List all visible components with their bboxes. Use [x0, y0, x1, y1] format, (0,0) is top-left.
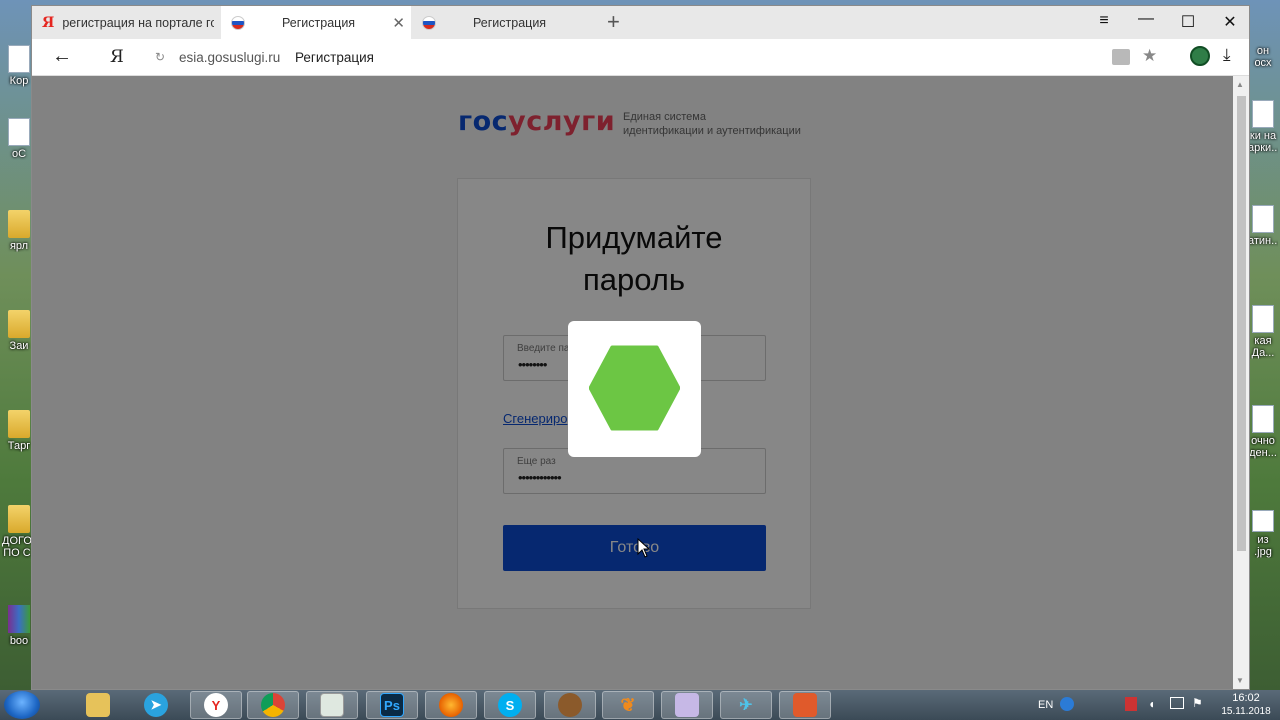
- page-scrollbar[interactable]: ▲ ▼: [1233, 76, 1249, 689]
- explorer-icon: [86, 693, 110, 717]
- shortcut-icon: [8, 118, 30, 146]
- taskbar-firefox[interactable]: [425, 691, 477, 719]
- start-button[interactable]: [4, 691, 40, 719]
- tab-registration-active[interactable]: Регистрация ✕: [221, 6, 411, 39]
- desktop-document[interactable]: кая Да...: [1248, 305, 1278, 359]
- bird-app-icon: ✈: [739, 697, 753, 714]
- firefox-icon: [439, 693, 463, 717]
- taskbar-bird-app[interactable]: ✈: [720, 691, 772, 719]
- taskbar-telegram[interactable]: ➤: [130, 691, 182, 719]
- russia-flag-icon: [231, 15, 245, 30]
- photoshop-icon: Ps: [380, 693, 404, 717]
- yandex-browser-icon: Y: [204, 693, 228, 717]
- antivirus-icon[interactable]: [1125, 697, 1137, 711]
- tab-bar: Я регистрация на портале го Регистрация …: [32, 6, 1249, 39]
- monkey-app-icon: [558, 693, 582, 717]
- taskbar-explorer[interactable]: [72, 691, 124, 719]
- yandex-icon: Я: [42, 14, 55, 31]
- close-window-button[interactable]: ✕: [1220, 12, 1240, 32]
- address-bar: ← Я ↻ esia.gosuslugi.ru Регистрация ★ ⤓: [32, 39, 1249, 76]
- desktop-document[interactable]: очно ден...: [1248, 405, 1278, 459]
- taskbar-document-app[interactable]: [306, 691, 358, 719]
- help-icon[interactable]: [1060, 697, 1074, 711]
- taskbar-presentation-app[interactable]: [779, 691, 831, 719]
- loading-dialog: [568, 321, 701, 457]
- taskbar: ➤ Y Ps S ❦ ✈ EN ◖ ⚑ 16:02 15.11.2018: [0, 690, 1280, 720]
- russia-flag-icon: [422, 15, 436, 30]
- address-page-title: Регистрация: [295, 50, 374, 65]
- system-tray: EN ◖ ⚑ 16:02 15.11.2018: [1030, 690, 1280, 720]
- page-viewport: госуслуги Единая система идентификации и…: [32, 76, 1235, 689]
- chrome-icon: [261, 693, 285, 717]
- bookmark-star-icon[interactable]: ★: [1142, 46, 1157, 66]
- new-tab-button[interactable]: +: [607, 9, 620, 35]
- tool-app-icon: [675, 693, 699, 717]
- download-icon[interactable]: ⤓: [1223, 45, 1231, 65]
- document-icon: [1252, 305, 1274, 333]
- desktop-shortcut[interactable]: он осх: [1248, 45, 1278, 69]
- close-tab-icon[interactable]: ✕: [392, 14, 405, 32]
- maximize-button[interactable]: ☐: [1178, 12, 1198, 32]
- lock-icon[interactable]: [1112, 49, 1130, 65]
- desktop-image[interactable]: из .jpg: [1248, 510, 1278, 558]
- taskbar-photoshop[interactable]: Ps: [366, 691, 418, 719]
- archive-icon: [8, 605, 30, 633]
- browser-window: Я регистрация на портале го Регистрация …: [31, 5, 1250, 690]
- yandex-home-button[interactable]: Я: [110, 47, 124, 67]
- image-icon: [1252, 510, 1274, 532]
- scroll-down-icon[interactable]: ▼: [1236, 676, 1244, 685]
- document-icon: [1252, 100, 1274, 128]
- desktop-document[interactable]: ки на арки...: [1248, 100, 1278, 154]
- minimize-button[interactable]: —: [1136, 10, 1156, 28]
- taskbar-skype[interactable]: S: [484, 691, 536, 719]
- back-button[interactable]: ←: [52, 45, 72, 68]
- extension-icon[interactable]: [1190, 46, 1210, 66]
- tab-yandex-search[interactable]: Я регистрация на портале го: [32, 6, 219, 39]
- taskbar-butterfly-app[interactable]: ❦: [602, 691, 654, 719]
- folder-icon: [8, 410, 30, 438]
- mouse-cursor-icon: [637, 538, 651, 558]
- shortcut-icon: [8, 45, 30, 73]
- folder-icon: [8, 310, 30, 338]
- folder-icon: [8, 210, 30, 238]
- document-icon: [1252, 205, 1274, 233]
- language-indicator[interactable]: EN: [1038, 699, 1053, 711]
- scroll-thumb[interactable]: [1237, 96, 1246, 551]
- document-app-icon: [320, 693, 344, 717]
- butterfly-app-icon: ❦: [620, 694, 636, 715]
- document-icon: [1252, 405, 1274, 433]
- action-center-flag-icon[interactable]: ⚑: [1192, 696, 1203, 710]
- folder-icon: [8, 505, 30, 533]
- url-domain: esia.gosuslugi.ru: [179, 50, 281, 65]
- telegram-icon: ➤: [144, 693, 168, 717]
- tab-registration[interactable]: Регистрация: [412, 6, 602, 39]
- taskbar-monkey-app[interactable]: [544, 691, 596, 719]
- volume-icon[interactable]: ◖: [1148, 697, 1155, 711]
- skype-icon: S: [498, 693, 522, 717]
- menu-icon[interactable]: ≡: [1094, 12, 1114, 30]
- taskbar-tool-app[interactable]: [661, 691, 713, 719]
- taskbar-chrome[interactable]: [247, 691, 299, 719]
- taskbar-yandex-browser[interactable]: Y: [190, 691, 242, 719]
- url-field[interactable]: ↻ esia.gosuslugi.ru Регистрация ★: [147, 42, 1172, 72]
- reload-icon[interactable]: ↻: [155, 50, 165, 64]
- scroll-up-icon[interactable]: ▲: [1236, 80, 1244, 89]
- network-icon[interactable]: [1170, 697, 1184, 709]
- presentation-app-icon: [793, 693, 817, 717]
- clock[interactable]: 16:02 15.11.2018: [1216, 692, 1276, 718]
- loading-spinner-icon: [589, 345, 680, 431]
- desktop-document[interactable]: атин...: [1248, 205, 1278, 247]
